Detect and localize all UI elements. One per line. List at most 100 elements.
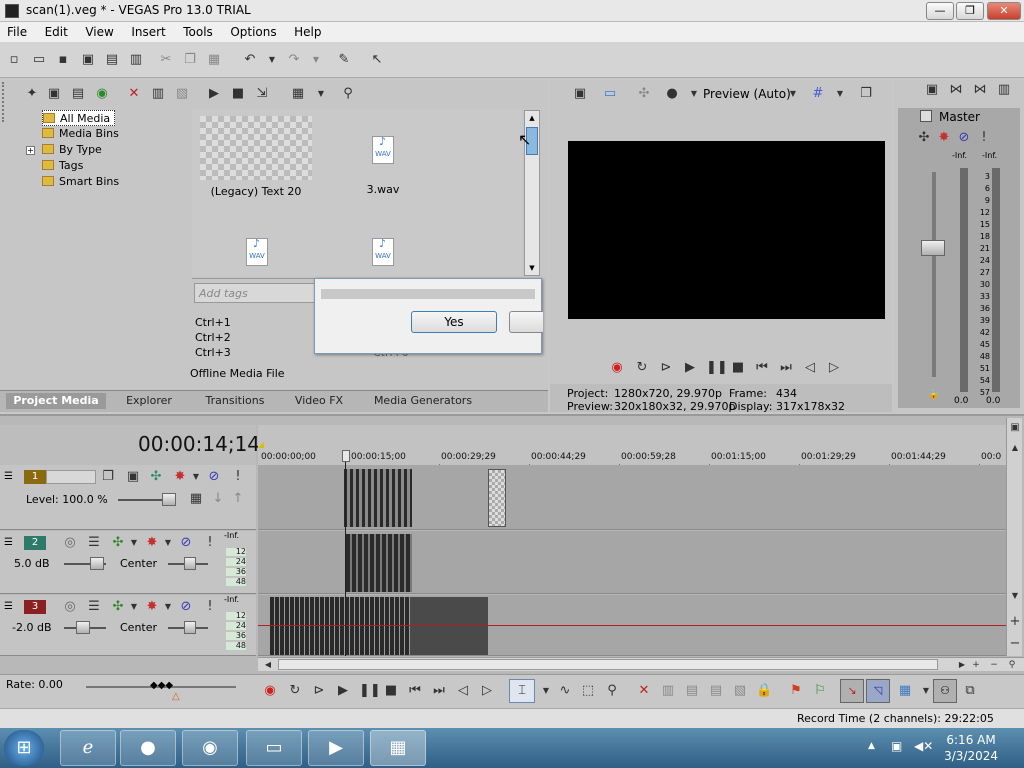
track-motion-icon[interactable]: ✣ bbox=[110, 599, 126, 615]
master-fx-settings-icon[interactable]: ✸ bbox=[936, 130, 952, 146]
zoom-edit-tool-icon[interactable]: ⚲ bbox=[604, 683, 620, 699]
volume-slider-knob[interactable] bbox=[76, 621, 90, 634]
import-media-icon[interactable]: ✦ bbox=[24, 86, 40, 102]
pan-slider-knob[interactable] bbox=[184, 621, 196, 634]
meter-options-icon[interactable]: ▥ bbox=[996, 82, 1012, 98]
file-explorer-icon[interactable]: ▭ bbox=[246, 730, 302, 766]
envelope-tool-icon[interactable]: ∿ bbox=[557, 683, 573, 699]
loop-playback-icon[interactable]: ↻ bbox=[287, 683, 303, 699]
play-from-start-icon[interactable]: ⊳ bbox=[658, 360, 674, 376]
pause-icon[interactable]: ❚❚ bbox=[706, 360, 728, 376]
get-photos-icon[interactable]: ▤ bbox=[70, 86, 86, 102]
tab-media-generators[interactable]: Media Generators bbox=[360, 393, 486, 409]
track-minimize-icon[interactable]: ☰ bbox=[4, 601, 13, 612]
close-button[interactable]: ✕ bbox=[987, 2, 1021, 20]
track-minimize-icon[interactable]: ☰ bbox=[4, 471, 13, 482]
scroll-thumb[interactable] bbox=[278, 659, 938, 670]
show-hidden-icons-icon[interactable]: ▲ bbox=[868, 741, 875, 751]
master-fx-icon[interactable]: ✣ bbox=[916, 130, 932, 146]
normal-edit-tool-icon[interactable]: ⌶ bbox=[509, 679, 535, 703]
tree-item-by-type[interactable]: By Type bbox=[42, 142, 102, 158]
properties-icon[interactable]: ▥ bbox=[128, 52, 144, 68]
master-bypass-icon[interactable] bbox=[920, 110, 932, 122]
preview-properties-icon[interactable]: ▣ bbox=[572, 86, 588, 102]
media-item-wav[interactable]: WAV bbox=[338, 238, 428, 266]
stop-icon[interactable]: ■ bbox=[730, 360, 746, 376]
menu-insert[interactable]: Insert bbox=[124, 22, 172, 39]
firefox-icon[interactable]: ● bbox=[120, 730, 176, 766]
scroll-left-icon[interactable]: ◀ bbox=[260, 657, 276, 673]
track-lane-audio-3[interactable] bbox=[258, 595, 1006, 656]
add-tags-input[interactable]: Add tags bbox=[194, 283, 316, 303]
mute-icon[interactable]: ⊘ bbox=[178, 599, 194, 615]
views-dropdown-icon[interactable]: ▼ bbox=[313, 86, 329, 102]
text-event-clip[interactable] bbox=[488, 469, 506, 527]
menu-view[interactable]: View bbox=[78, 22, 120, 39]
vegas-pro-taskbar-icon[interactable]: ▦ bbox=[370, 730, 426, 766]
go-to-start-icon[interactable]: ⏮ bbox=[754, 360, 770, 376]
zoom-tool-icon[interactable]: ⚲ bbox=[1004, 657, 1020, 673]
save-as-icon[interactable]: ▣ bbox=[80, 52, 96, 68]
track-lane-audio-2[interactable] bbox=[258, 531, 1006, 594]
menu-edit[interactable]: Edit bbox=[38, 22, 75, 39]
track-down-icon[interactable]: ↓ bbox=[210, 491, 226, 507]
track-header-audio-3[interactable]: ☰ 3 ◎ ☰ ✣ ▼ ✸ ▼ ⊘ ! -2.0 dB Center -Inf.… bbox=[0, 595, 256, 656]
media-player-icon[interactable]: ▶ bbox=[308, 730, 364, 766]
delete-icon[interactable]: ✕ bbox=[636, 683, 652, 699]
level-slider-knob[interactable] bbox=[162, 493, 176, 506]
media-fx-icon[interactable]: ▧ bbox=[174, 86, 190, 102]
copy-icon[interactable]: ❐ bbox=[182, 52, 198, 68]
media-item-legacy-text[interactable]: (Legacy) Text 20 bbox=[200, 116, 312, 198]
arm-record-icon[interactable]: ◎ bbox=[62, 599, 78, 615]
media-item-wav[interactable]: WAV bbox=[212, 238, 302, 266]
lock-envelopes-icon[interactable]: ◹ bbox=[866, 679, 890, 703]
go-to-start-icon[interactable]: ⏮ bbox=[407, 683, 423, 699]
track-lane-video-1[interactable] bbox=[258, 465, 1006, 530]
grouping-dropdown-icon[interactable]: ▼ bbox=[918, 683, 934, 699]
cut-icon[interactable]: ✂ bbox=[158, 52, 174, 68]
volume-slider-knob[interactable] bbox=[90, 557, 104, 570]
capture-icon[interactable]: ▣ bbox=[46, 86, 62, 102]
record-icon[interactable]: ◉ bbox=[262, 683, 278, 699]
tree-item-media-bins[interactable]: Media Bins bbox=[42, 126, 119, 142]
scroll-up-icon[interactable]: ▲ bbox=[1007, 440, 1023, 456]
invert-phase-icon[interactable]: ☰ bbox=[86, 599, 102, 615]
solo-icon[interactable]: ! bbox=[230, 469, 246, 485]
go-to-end-icon[interactable]: ⏭ bbox=[778, 360, 794, 376]
playhead-handle[interactable] bbox=[342, 450, 350, 462]
mute-icon[interactable]: ⊘ bbox=[178, 535, 194, 551]
expand-by-type-icon[interactable]: + bbox=[26, 146, 35, 155]
maximize-button[interactable]: ❐ bbox=[956, 2, 984, 20]
master-solo-icon[interactable]: ! bbox=[976, 130, 992, 146]
zoom-out-icon[interactable]: − bbox=[986, 657, 1002, 673]
dim-output-icon[interactable]: ⋈ bbox=[972, 82, 988, 98]
tree-item-smart-bins[interactable]: Smart Bins bbox=[42, 174, 119, 190]
tab-explorer[interactable]: Explorer bbox=[110, 393, 188, 409]
track-header-video-1[interactable]: ☰ 1 ❐ ▣ ✣ ✸ ▼ ⊘ ! Level: 100.0 % ▦ ↓ ↑ bbox=[0, 465, 256, 530]
track-motion-icon[interactable]: ✣ bbox=[148, 469, 164, 485]
ignore-grouping-icon[interactable]: ▦ bbox=[897, 683, 913, 699]
redo-dropdown-icon[interactable]: ▼ bbox=[308, 52, 324, 68]
extract-audio-icon[interactable]: ◉ bbox=[94, 86, 110, 102]
insert-marker-icon[interactable]: ⚑ bbox=[788, 683, 804, 699]
trim-start-icon[interactable]: ▤ bbox=[684, 683, 700, 699]
paste-icon[interactable]: ▦ bbox=[206, 52, 222, 68]
tab-video-fx[interactable]: Video FX bbox=[284, 393, 354, 409]
track-name-field[interactable] bbox=[46, 470, 96, 484]
stop-media-icon[interactable]: ■ bbox=[230, 86, 246, 102]
expand-icon[interactable]: ▣ bbox=[1007, 420, 1023, 436]
go-to-end-icon[interactable]: ⏭ bbox=[431, 683, 447, 699]
lock-icon[interactable]: 🔒 bbox=[756, 683, 772, 699]
arm-record-icon[interactable]: ◎ bbox=[62, 535, 78, 551]
tab-transitions[interactable]: Transitions bbox=[194, 393, 276, 409]
undo-dropdown-icon[interactable]: ▼ bbox=[264, 52, 280, 68]
compositing-mode-icon[interactable]: ❐ bbox=[100, 469, 116, 485]
stop-icon[interactable]: ■ bbox=[383, 683, 399, 699]
media-properties-icon[interactable]: ▥ bbox=[150, 86, 166, 102]
selection-tool-icon[interactable]: ⬚ bbox=[580, 683, 596, 699]
remove-media-icon[interactable]: ✕ bbox=[126, 86, 142, 102]
messenger-app-icon[interactable]: ◉ bbox=[182, 730, 238, 766]
crossfade-icon[interactable]: ⧉ bbox=[962, 683, 978, 699]
master-fader-knob[interactable] bbox=[921, 240, 945, 256]
play-media-icon[interactable]: ▶ bbox=[206, 86, 222, 102]
